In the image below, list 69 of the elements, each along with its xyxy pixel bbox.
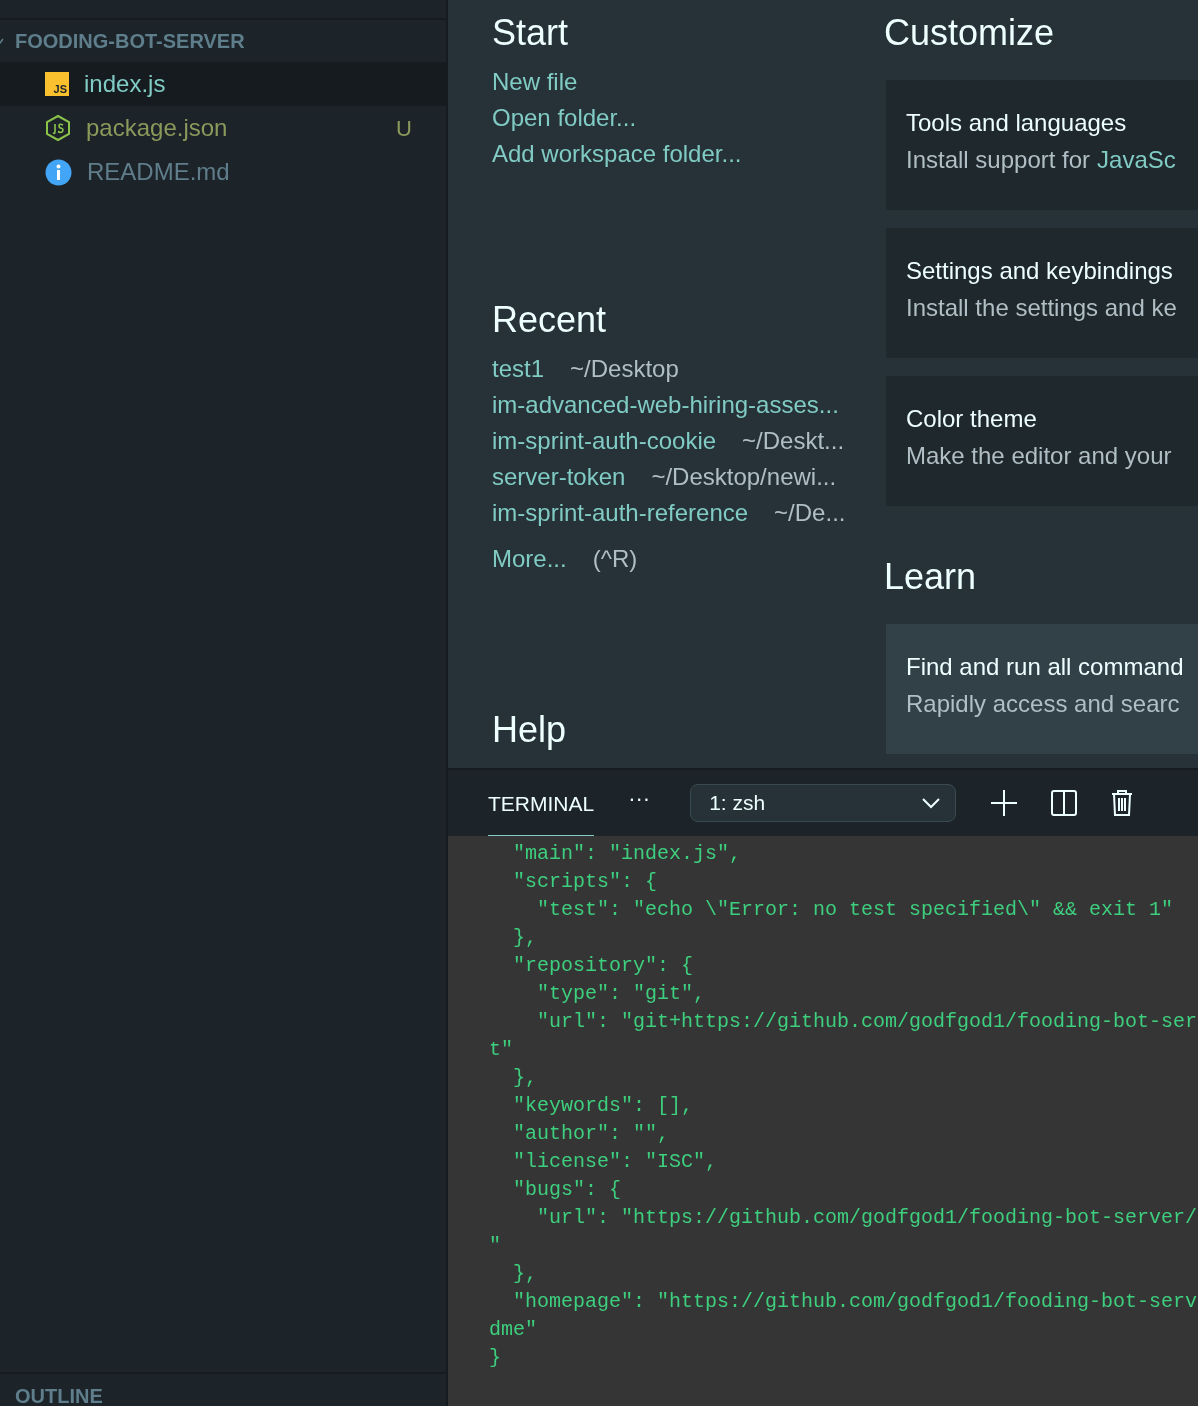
card-title: Settings and keybindings xyxy=(906,256,1174,286)
section-heading: Start xyxy=(492,11,569,55)
terminal-line: " xyxy=(489,1233,501,1259)
action-card[interactable]: Settings and keybindings Install the settings and ke xyxy=(886,228,1198,358)
folder-header[interactable]: FOODING-BOT-SERVER xyxy=(0,20,446,62)
recent-project-link[interactable]: test1 xyxy=(492,351,545,387)
shortcut-hint: (^R) xyxy=(592,544,638,574)
section-heading: Help xyxy=(492,708,567,752)
section-header[interactable]: OUTLINE xyxy=(15,1385,103,1406)
terminal-line: "bugs": { xyxy=(512,1177,622,1203)
terminal-line: "license": "ISC", xyxy=(512,1149,718,1175)
file-name: index.js xyxy=(84,69,166,99)
project-path: ~/De... xyxy=(774,498,846,528)
project-path: ~/Deskt... xyxy=(742,426,845,456)
start-link[interactable]: Add workspace folder... xyxy=(492,136,742,172)
terminal-line: }, xyxy=(512,925,537,951)
trash-icon[interactable] xyxy=(1110,789,1135,817)
section-heading: Learn xyxy=(884,555,977,599)
terminal-line: "type": "git", xyxy=(536,981,706,1007)
action-card[interactable]: Tools and languages Install support for JavaSc xyxy=(886,80,1198,210)
terminal-line: "scripts": { xyxy=(512,869,658,895)
recent-project-link[interactable]: server-token xyxy=(492,459,626,495)
project-path: ~/Desktop xyxy=(570,354,679,384)
hexagon-icon xyxy=(45,114,71,142)
card-description: Make the editor and your xyxy=(906,441,1172,471)
plus-icon[interactable] xyxy=(990,789,1019,817)
terminal-line: "repository": { xyxy=(512,953,694,979)
card-title: Find and run all command xyxy=(906,652,1185,682)
start-link[interactable]: Open folder... xyxy=(492,100,637,136)
card-description: Install support for xyxy=(906,145,1091,175)
section-heading: Customize xyxy=(884,11,1055,55)
terminal-select[interactable]: 1: zsh xyxy=(690,784,957,822)
terminal-line: "url": "https://github.com/godfgod1/fooding-bot-server/ xyxy=(536,1205,1198,1231)
recent-project-link[interactable]: im-advanced-web-hiring-asses... xyxy=(492,387,839,423)
terminal-line: "author": "", xyxy=(512,1121,670,1147)
terminal-line: }, xyxy=(512,1065,537,1091)
terminal-line: "homepage": "https://github.com/godfgod1/fooding-bot-serv xyxy=(512,1289,1198,1315)
file-item[interactable]: JS index.js xyxy=(0,62,446,106)
terminal-line: t" xyxy=(489,1037,513,1063)
card-description: Rapidly access and searc xyxy=(906,689,1180,719)
chevron-down-icon xyxy=(921,797,942,809)
action-card[interactable]: Find and run all command Rapidly access and searc xyxy=(886,624,1198,754)
file-item[interactable]: package.json U xyxy=(0,106,446,150)
terminal-line: "test": "echo \"Error: no test specified\" && exit 1" xyxy=(536,897,1174,923)
recent-project-link[interactable]: im-sprint-auth-reference xyxy=(492,495,749,531)
info-icon xyxy=(45,158,72,186)
more-actions-button[interactable]: ··· xyxy=(622,789,657,817)
terminal-line: } xyxy=(489,1345,501,1371)
card-description: Install the settings and ke xyxy=(906,293,1177,323)
section-heading: Recent xyxy=(492,298,607,342)
js-file-icon: JS xyxy=(45,72,69,96)
recent-project-link[interactable]: im-sprint-auth-cookie xyxy=(492,423,717,459)
split-icon[interactable] xyxy=(1050,789,1079,817)
terminal-line: "keywords": [], xyxy=(512,1093,694,1119)
action-card[interactable]: Color theme Make the editor and your xyxy=(886,376,1198,506)
git-status-label: U xyxy=(396,114,412,143)
card-title: Tools and languages xyxy=(906,108,1128,138)
file-name: package.json xyxy=(86,113,228,143)
terminal-line: }, xyxy=(512,1261,537,1287)
file-name: README.md xyxy=(87,157,230,187)
file-item[interactable]: README.md xyxy=(0,150,446,194)
terminal-line: "main": "index.js", xyxy=(512,841,742,867)
terminal-line: dme" xyxy=(489,1317,537,1343)
project-path: ~/Desktop/newi... xyxy=(651,462,837,492)
start-link[interactable]: New file xyxy=(492,64,578,100)
language-link[interactable]: JavaSc xyxy=(1097,140,1176,180)
terminal-line: "url": "git+https://github.com/godfgod1/fooding-bot-ser xyxy=(536,1009,1198,1035)
more-link[interactable]: More... xyxy=(492,541,567,577)
card-title: Color theme xyxy=(906,404,1038,434)
